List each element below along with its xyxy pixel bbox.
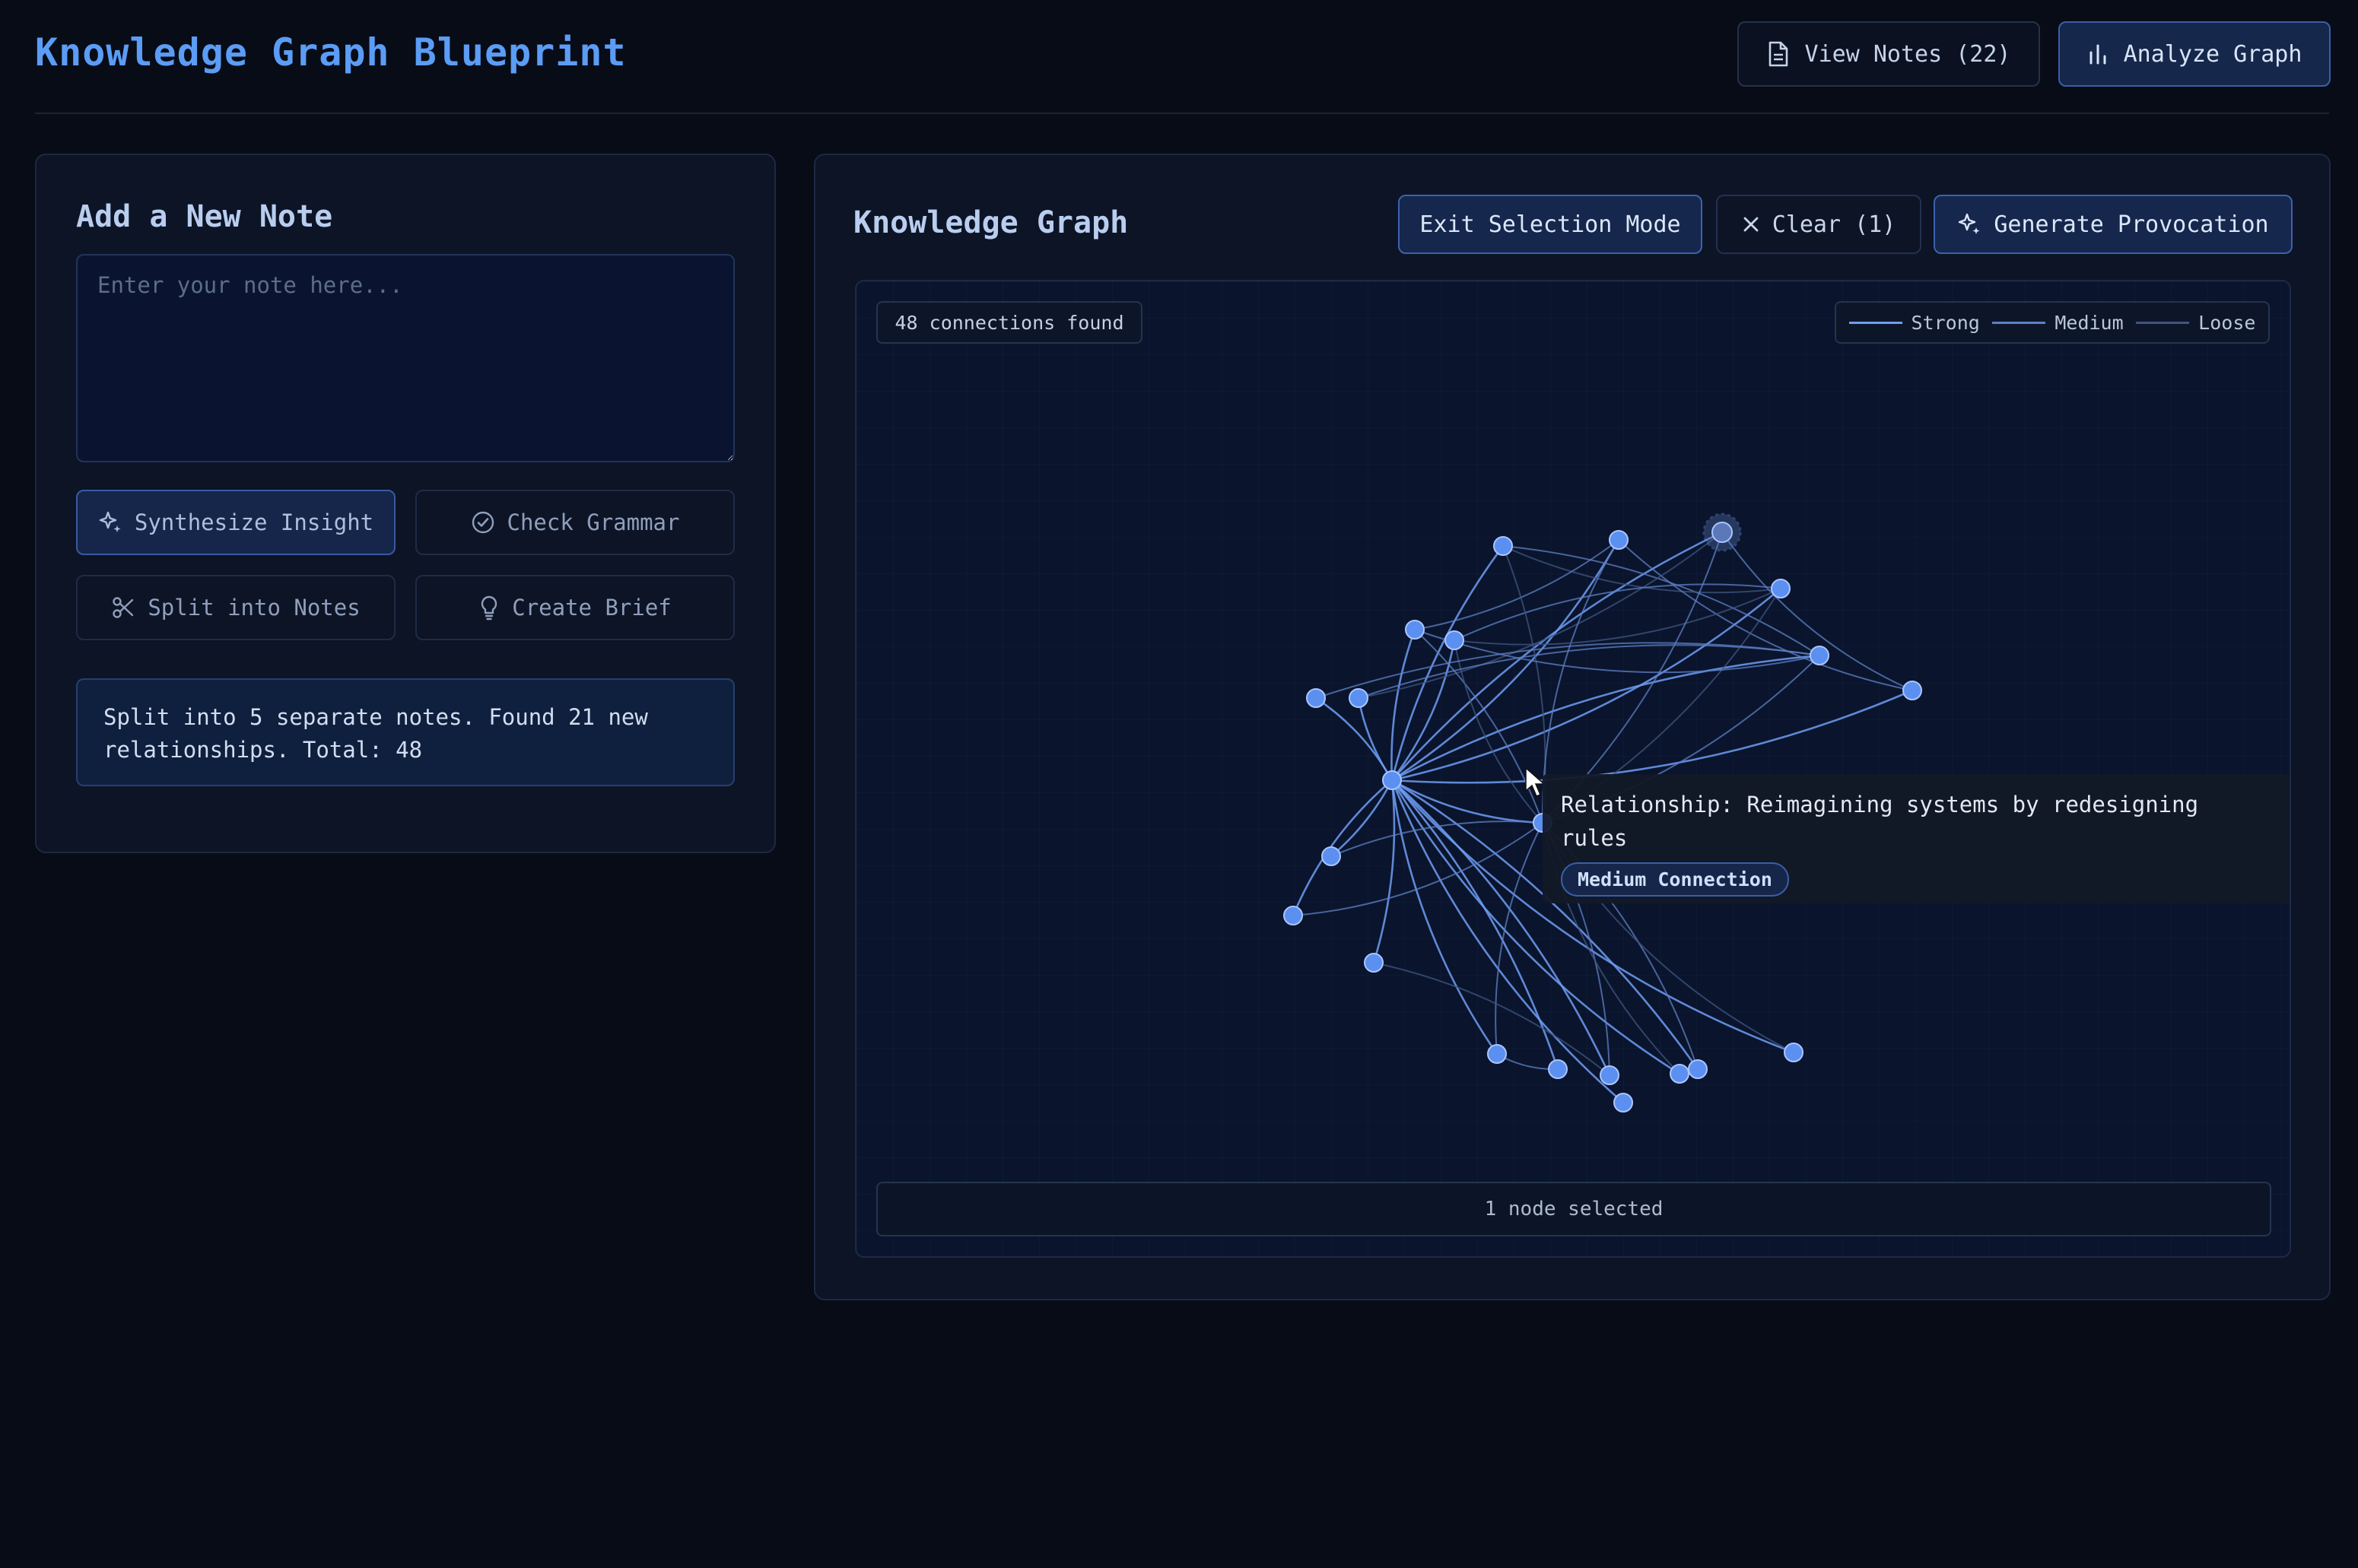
analyze-graph-label: Analyze Graph [2123,40,2302,68]
split-notes-button[interactable]: Split into Notes [76,575,396,640]
create-brief-label: Create Brief [512,595,672,621]
graph-node[interactable] [1349,688,1368,708]
graph-node[interactable] [1771,579,1791,598]
close-icon [1742,215,1760,233]
graph-node[interactable] [1493,536,1513,556]
connections-count-chip: 48 connections found [876,301,1142,344]
graph-edge[interactable] [1330,821,1543,857]
graph-node[interactable] [1548,1059,1568,1079]
graph-node[interactable] [1364,953,1384,973]
analyze-graph-button[interactable]: Analyze Graph [2058,21,2331,87]
graph-visualization[interactable] [856,281,2291,1258]
graph-node[interactable] [1670,1064,1689,1084]
bar-chart-icon [2087,43,2109,65]
graph-node[interactable] [1382,770,1402,790]
graph-node[interactable] [1613,1093,1633,1113]
exit-selection-label: Exit Selection Mode [1419,211,1681,238]
graph-edge[interactable] [1454,588,1781,646]
check-grammar-button[interactable]: Check Grammar [415,490,735,555]
synthesize-insight-button[interactable]: Synthesize Insight [76,490,396,555]
mouse-cursor-icon [1525,767,1546,797]
relationship-tooltip: Relationship: Reimagining systems by red… [1543,774,2290,903]
graph-node[interactable] [1902,681,1922,700]
check-circle-icon [471,510,495,535]
knowledge-graph-title: Knowledge Graph [853,205,1129,240]
graph-edge[interactable] [1391,654,1820,782]
graph-edge[interactable] [1292,779,1393,916]
legend-loose-label: Loose [2198,311,2256,334]
clear-selection-button[interactable]: Clear (1) [1716,195,1921,254]
connection-legend: Strong Medium Loose [1835,301,2270,344]
graph-edge[interactable] [1390,629,1416,781]
graph-node[interactable] [1405,620,1425,640]
generate-provocation-label: Generate Provocation [1994,211,2269,238]
note-input[interactable] [76,254,735,462]
clear-selection-label: Clear (1) [1772,211,1896,238]
graph-node[interactable] [1306,688,1326,708]
graph-node[interactable] [1784,1043,1803,1062]
selection-status-bar: 1 node selected [876,1182,2271,1236]
lightbulb-icon [478,595,500,621]
view-notes-button[interactable]: View Notes (22) [1737,21,2040,87]
header-divider [35,113,2329,114]
app-title: Knowledge Graph Blueprint [35,30,627,75]
graph-edge[interactable] [1495,822,1543,1055]
legend-medium-label: Medium [2055,311,2124,334]
graph-node[interactable] [1444,630,1464,650]
graph-node[interactable] [1810,646,1829,665]
graph-node[interactable] [1283,906,1303,925]
graph-node[interactable] [1609,530,1629,550]
create-brief-button[interactable]: Create Brief [415,575,735,640]
sparkle-icon [1957,212,1981,236]
graph-node-selected[interactable] [1702,513,1742,552]
check-grammar-label: Check Grammar [507,509,680,535]
app-frame: Knowledge Graph Blueprint View Notes (22… [0,0,2358,1568]
status-message: Split into 5 separate notes. Found 21 ne… [76,678,735,786]
graph-node[interactable] [1321,846,1341,866]
legend-loose: Loose [2136,312,2255,334]
document-icon [1767,41,1790,67]
legend-strong-label: Strong [1911,311,1980,334]
graph-canvas[interactable]: 48 connections found Strong Medium Loose… [855,280,2291,1258]
split-notes-label: Split into Notes [148,595,361,621]
exit-selection-mode-button[interactable]: Exit Selection Mode [1398,195,1702,254]
graph-edge[interactable] [1372,779,1396,963]
strong-swatch [1848,321,1902,324]
view-notes-label: View Notes (22) [1804,40,2011,68]
graph-node[interactable] [1600,1065,1619,1085]
graph-edge[interactable] [1315,697,1394,781]
add-note-title: Add a New Note [76,199,333,234]
generate-provocation-button[interactable]: Generate Provocation [1934,195,2293,254]
graph-edge[interactable] [1391,689,1913,784]
connection-strength-badge: Medium Connection [1561,862,1789,897]
legend-strong: Strong [1848,311,1980,334]
legend-medium: Medium [1992,311,2124,334]
sparkle-icon [98,510,122,535]
tooltip-text: Relationship: Reimagining systems by red… [1561,792,2199,851]
medium-swatch [1992,321,2046,324]
graph-edge[interactable] [1358,644,1820,699]
loose-swatch [2136,321,2190,324]
graph-node[interactable] [1688,1059,1708,1079]
synthesize-insight-label: Synthesize Insight [134,509,374,535]
graph-edge[interactable] [1358,532,1723,699]
scissors-icon [111,595,135,620]
graph-node[interactable] [1487,1044,1507,1064]
